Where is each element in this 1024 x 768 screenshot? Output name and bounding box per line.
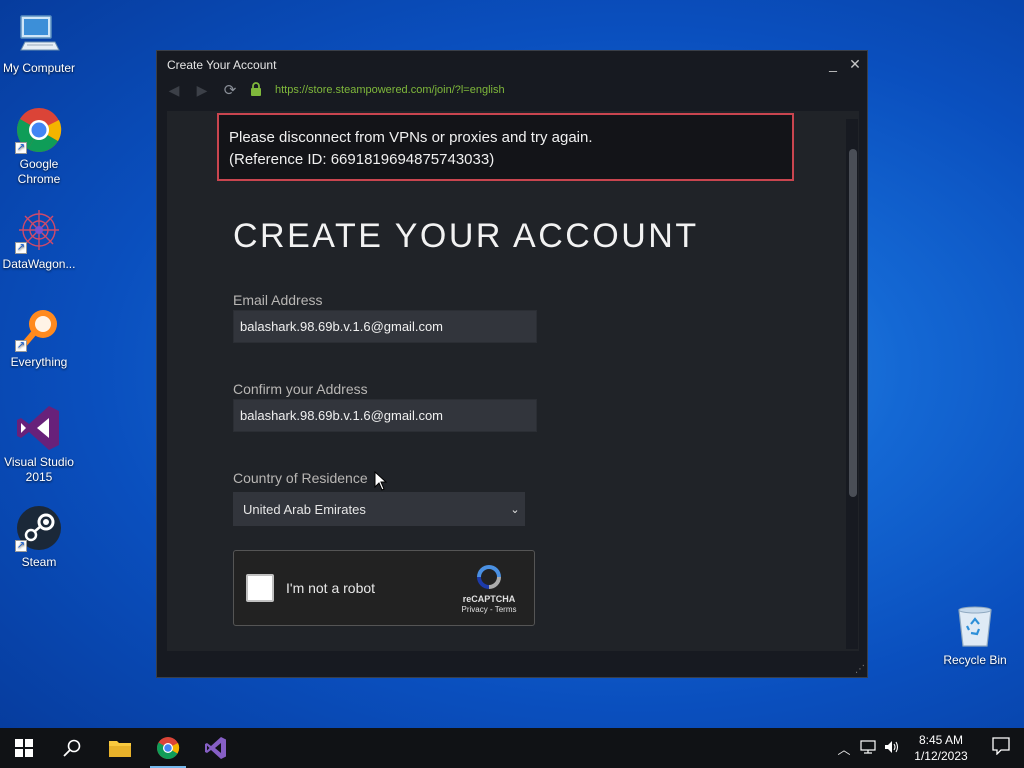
- page-content: Please disconnect from VPNs or proxies a…: [167, 111, 859, 651]
- search-button[interactable]: [48, 728, 96, 768]
- country-label: Country of Residence: [233, 470, 368, 486]
- forward-arrow-icon[interactable]: ▶: [193, 82, 211, 99]
- desktop-icon-google-chrome[interactable]: ↗ Google Chrome: [0, 106, 78, 187]
- lock-icon: [249, 81, 263, 99]
- desktop-icon-datawagon[interactable]: ↗ DataWagon...: [0, 206, 78, 272]
- mouse-cursor-icon: [374, 471, 388, 491]
- folder-icon: [109, 741, 131, 757]
- confirm-email-label: Confirm your Address: [233, 381, 368, 397]
- notification-icon: [992, 736, 1010, 756]
- chrome-icon: [157, 737, 180, 759]
- network-icon[interactable]: [856, 739, 880, 757]
- desktop-icon-my-computer[interactable]: My Computer: [0, 10, 78, 76]
- recaptcha-checkbox[interactable]: [246, 574, 274, 602]
- desktop-icon-recycle-bin[interactable]: Recycle Bin: [936, 602, 1014, 668]
- datawagon-icon: ↗: [15, 206, 63, 254]
- taskbar-file-explorer[interactable]: [96, 728, 144, 768]
- shortcut-arrow-icon: ↗: [15, 242, 27, 254]
- back-arrow-icon[interactable]: ◀: [165, 82, 183, 99]
- recaptcha-widget: I'm not a robot reCAPTCHA Privacy - Term…: [233, 550, 535, 626]
- chrome-icon: ↗: [15, 106, 63, 154]
- desktop-icon-label: Visual Studio 2015: [4, 455, 74, 484]
- start-button[interactable]: [0, 728, 48, 768]
- create-account-window: Create Your Account _ ✕ ◀ ▶ ⟳ https://st…: [156, 50, 868, 678]
- country-selected-value: United Arab Emirates: [243, 501, 366, 517]
- clock-date: 1/12/2023: [914, 749, 968, 763]
- everything-search-icon: ↗: [15, 304, 63, 352]
- desktop-icon-label: My Computer: [2, 61, 76, 75]
- country-select[interactable]: United Arab Emirates ⌄: [233, 492, 525, 526]
- steam-icon: ↗: [15, 504, 63, 552]
- notification-center-button[interactable]: [978, 736, 1024, 760]
- taskbar: ︿ 8:45 AM 1/12/2023: [0, 728, 1024, 768]
- shortcut-arrow-icon: ↗: [15, 340, 27, 352]
- alert-reference-id: (Reference ID: 6691819694875743033): [229, 151, 495, 168]
- reload-icon[interactable]: ⟳: [221, 81, 239, 99]
- chevron-up-icon[interactable]: ︿: [832, 739, 856, 758]
- scrollbar-thumb[interactable]: [849, 149, 857, 497]
- system-tray: ︿ 8:45 AM 1/12/2023: [832, 728, 1024, 768]
- alert-message: Please disconnect from VPNs or proxies a…: [229, 129, 593, 146]
- recycle-bin-icon: [951, 602, 999, 650]
- desktop-icon-label: DataWagon...: [2, 257, 76, 271]
- recaptcha-icon: [477, 565, 501, 589]
- desktop-icon-steam[interactable]: ↗ Steam: [0, 504, 78, 570]
- email-label: Email Address: [233, 292, 323, 308]
- taskbar-visual-studio[interactable]: [192, 728, 240, 768]
- recaptcha-brand: reCAPTCHA: [462, 594, 516, 604]
- confirm-email-field[interactable]: balashark.98.69b.v.1.6@gmail.com: [233, 399, 537, 432]
- resize-grip-icon[interactable]: ⋰: [855, 664, 865, 675]
- browser-navbar: ◀ ▶ ⟳ https://store.steampowered.com/joi…: [157, 79, 867, 101]
- chevron-down-icon: ⌄: [510, 503, 520, 516]
- minimize-button[interactable]: _: [823, 55, 843, 75]
- vpn-error-alert: Please disconnect from VPNs or proxies a…: [217, 113, 794, 181]
- desktop-icon-label: Recycle Bin: [943, 653, 1007, 667]
- close-button[interactable]: ✕: [845, 55, 865, 75]
- email-field[interactable]: balashark.98.69b.v.1.6@gmail.com: [233, 310, 537, 343]
- page-title: CREATE YOUR ACCOUNT: [233, 217, 699, 255]
- volume-icon[interactable]: [880, 740, 904, 757]
- desktop-icon-label: Steam: [21, 555, 57, 569]
- vertical-scrollbar[interactable]: [846, 119, 858, 649]
- desktop-icon-visual-studio[interactable]: Visual Studio 2015: [0, 404, 78, 485]
- desktop-icon-label: Google Chrome: [17, 157, 61, 186]
- clock-time: 8:45 AM: [918, 733, 964, 747]
- shortcut-arrow-icon: ↗: [15, 142, 27, 154]
- desktop-icon-everything[interactable]: ↗ Everything: [0, 304, 78, 370]
- visual-studio-icon: [205, 737, 226, 759]
- recaptcha-label: I'm not a robot: [286, 580, 376, 596]
- window-titlebar[interactable]: Create Your Account _ ✕: [157, 51, 867, 79]
- windows-logo-icon: [15, 739, 33, 757]
- visual-studio-icon: [15, 404, 63, 452]
- search-icon: [63, 739, 81, 757]
- recaptcha-logo: reCAPTCHA Privacy - Terms: [444, 562, 534, 614]
- window-title: Create Your Account: [167, 58, 277, 72]
- taskbar-clock[interactable]: 8:45 AM 1/12/2023: [904, 732, 978, 764]
- computer-icon: [15, 10, 63, 58]
- url-text[interactable]: https://store.steampowered.com/join/?l=e…: [275, 84, 505, 96]
- taskbar-chrome[interactable]: [144, 728, 192, 768]
- desktop-icon-label: Everything: [10, 355, 68, 369]
- recaptcha-privacy-terms-link[interactable]: Privacy - Terms: [462, 605, 517, 614]
- shortcut-arrow-icon: ↗: [15, 540, 27, 552]
